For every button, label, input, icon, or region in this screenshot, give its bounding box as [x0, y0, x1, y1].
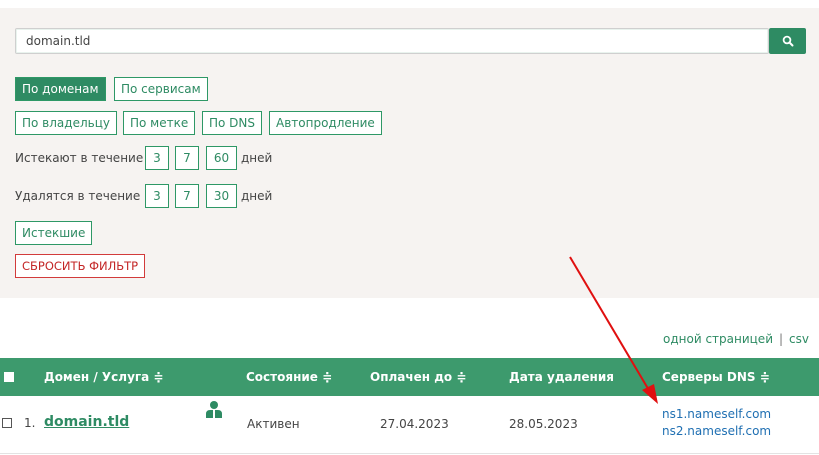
table-header: Домен / Услуга ≑ Состояние ≑ Оплачен до … — [0, 358, 819, 396]
view-links: одной страницей | csv — [663, 332, 809, 346]
filter-by-domains-button[interactable]: По доменам — [15, 77, 106, 101]
row-checkbox-cell[interactable] — [2, 418, 12, 428]
filter-autorenew-button[interactable]: Автопродление — [269, 111, 382, 135]
csv-link[interactable]: csv — [789, 332, 809, 346]
filter-by-tag-button[interactable]: По метке — [123, 111, 196, 135]
expire-3-button[interactable]: 3 — [145, 146, 169, 170]
header-domain[interactable]: Домен / Услуга ≑ — [44, 358, 163, 396]
expire-label: Истекают в течение — [15, 151, 144, 165]
paid-until-value: 27.04.2023 — [380, 417, 449, 431]
expire-days-unit: дней — [241, 151, 273, 165]
header-paid-until[interactable]: Оплачен до ≑ — [370, 358, 466, 396]
select-all-checkbox[interactable] — [4, 372, 14, 382]
search-button[interactable] — [769, 28, 806, 54]
filter-by-dns-button[interactable]: По DNS — [202, 111, 263, 135]
dns-link-ns1[interactable]: ns1.nameself.com — [662, 406, 771, 423]
delete-3-button[interactable]: 3 — [145, 184, 169, 208]
table-row: 1. domain.tld Активен 27.04.2023 28.05.2… — [0, 398, 819, 454]
row-checkbox[interactable] — [2, 418, 12, 428]
search-input[interactable] — [15, 28, 769, 54]
view-separator: | — [779, 332, 784, 346]
header-delete-date: Дата удаления — [509, 370, 614, 384]
person-icon — [206, 400, 222, 418]
delete-date-value: 28.05.2023 — [509, 417, 578, 431]
filter-by-services-button[interactable]: По сервисам — [114, 77, 208, 101]
select-all-checkbox-cell[interactable] — [4, 358, 14, 396]
reset-filter-button[interactable]: СБРОСИТЬ ФИЛЬТР — [15, 254, 146, 278]
dns-link-ns2[interactable]: ns2.nameself.com — [662, 423, 771, 440]
filter-by-owner-button[interactable]: По владельцу — [15, 111, 117, 135]
expire-60-button[interactable]: 60 — [206, 146, 237, 170]
expire-7-button[interactable]: 7 — [175, 146, 199, 170]
one-page-link[interactable]: одной страницей — [663, 332, 773, 346]
header-status[interactable]: Состояние ≑ — [246, 358, 332, 396]
delete-7-button[interactable]: 7 — [175, 184, 199, 208]
dns-list: ns1.nameself.com ns2.nameself.com — [662, 406, 771, 440]
header-dns[interactable]: Серверы DNS ≑ — [662, 358, 770, 396]
filter-panel: По доменам По сервисам По владельцу По м… — [0, 8, 819, 298]
search-icon — [782, 35, 793, 47]
delete-30-button[interactable]: 30 — [206, 184, 237, 208]
search-row — [15, 28, 806, 56]
status-value: Активен — [247, 417, 300, 431]
delete-days-unit: дней — [241, 189, 273, 203]
delete-label: Удалятся в течение — [15, 189, 141, 203]
row-number: 1. — [24, 416, 36, 430]
domain-link[interactable]: domain.tld — [44, 414, 129, 430]
filter-expired-button[interactable]: Истекшие — [15, 221, 93, 245]
